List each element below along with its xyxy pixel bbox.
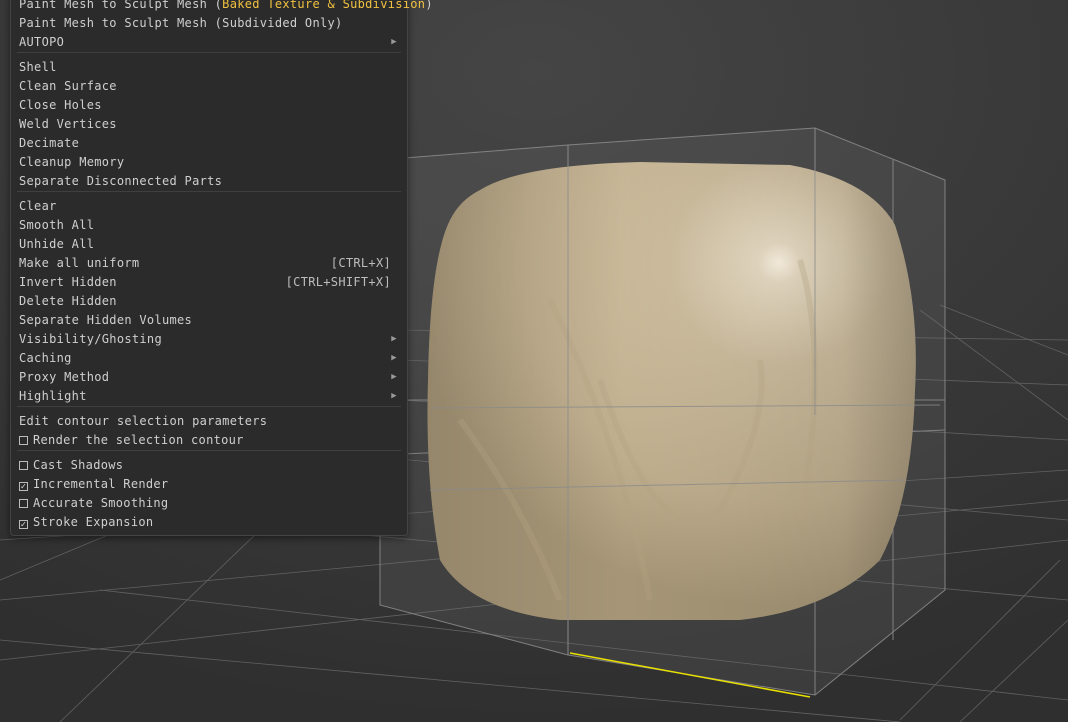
menu-item-label: Proxy Method bbox=[19, 370, 110, 384]
menu-item-invert-hidden[interactable]: Invert Hidden [CTRL+SHIFT+X] bbox=[11, 273, 407, 292]
menu-item-autopo[interactable]: AUTOPO ▶ bbox=[11, 33, 407, 52]
menu-separator bbox=[17, 191, 401, 192]
shortcut-label: [CTRL+SHIFT+X] bbox=[285, 275, 391, 289]
menu-item-label: Invert Hidden bbox=[19, 275, 117, 289]
menu-item-weld-vertices[interactable]: Weld Vertices bbox=[11, 115, 407, 134]
menu-item-label: Cast Shadows bbox=[33, 458, 124, 472]
menu-item-label: AUTOPO bbox=[19, 35, 65, 49]
menu-item-edit-contour-selection-parameters[interactable]: Edit contour selection parameters bbox=[11, 412, 407, 431]
menu-item-label: Stroke Expansion bbox=[33, 515, 154, 529]
menu-separator bbox=[17, 406, 401, 407]
menu-item-suffix: ) bbox=[425, 0, 433, 11]
menu-item-visibility-ghosting[interactable]: Visibility/Ghosting ▶ bbox=[11, 330, 407, 349]
menu-item-smooth-all[interactable]: Smooth All bbox=[11, 216, 407, 235]
menu-item-accurate-smoothing[interactable]: Accurate Smoothing bbox=[11, 494, 407, 513]
menu-item-label: Separate Disconnected Parts bbox=[19, 174, 223, 188]
menu-item-clear[interactable]: Clear bbox=[11, 197, 407, 216]
menu-item-clean-surface[interactable]: Clean Surface bbox=[11, 77, 407, 96]
menu-item-unhide-all[interactable]: Unhide All bbox=[11, 235, 407, 254]
menu-item-stroke-expansion[interactable]: ✓ Stroke Expansion bbox=[11, 513, 407, 532]
chevron-right-icon: ▶ bbox=[391, 334, 397, 344]
menu-item-label: Unhide All bbox=[19, 237, 95, 251]
chevron-right-icon: ▶ bbox=[391, 372, 397, 382]
chevron-right-icon: ▶ bbox=[391, 353, 397, 363]
checkmark-icon: ✓ bbox=[20, 482, 27, 492]
checkbox-checked[interactable]: ✓ bbox=[19, 482, 28, 492]
menu-item-proxy-method[interactable]: Proxy Method ▶ bbox=[11, 368, 407, 387]
menu-item-delete-hidden[interactable]: Delete Hidden bbox=[11, 292, 407, 311]
menu-separator bbox=[17, 450, 401, 451]
menu-item-label: Close Holes bbox=[19, 98, 102, 112]
menu-item-shell[interactable]: Shell bbox=[11, 58, 407, 77]
checkmark-icon: ✓ bbox=[20, 520, 27, 530]
menu-separator bbox=[17, 52, 401, 53]
menu-item-decimate[interactable]: Decimate bbox=[11, 134, 407, 153]
shortcut-label: [CTRL+X] bbox=[330, 256, 391, 270]
checkbox-unchecked[interactable] bbox=[19, 461, 28, 470]
highlighted-text: Baked Texture & Subdivision bbox=[222, 0, 426, 11]
checkbox-unchecked[interactable] bbox=[19, 499, 28, 508]
sculpt-mesh-shading bbox=[427, 162, 916, 620]
menu-item-cleanup-memory[interactable]: Cleanup Memory bbox=[11, 153, 407, 172]
checkbox-checked[interactable]: ✓ bbox=[19, 520, 28, 530]
menu-item-label: Cleanup Memory bbox=[19, 155, 125, 169]
menu-item-label: Render the selection contour bbox=[33, 433, 244, 447]
menu-item-label: Accurate Smoothing bbox=[33, 496, 169, 510]
menu-item-separate-hidden-volumes[interactable]: Separate Hidden Volumes bbox=[11, 311, 407, 330]
menu-item-make-all-uniform[interactable]: Make all uniform [CTRL+X] bbox=[11, 254, 407, 273]
menu-item-incremental-render[interactable]: ✓ Incremental Render bbox=[11, 475, 407, 494]
menu-item-label: Delete Hidden bbox=[19, 294, 117, 308]
menu-item-label: Edit contour selection parameters bbox=[19, 414, 268, 428]
menu-item-label: Highlight bbox=[19, 389, 87, 403]
menu-item-highlight[interactable]: Highlight ▶ bbox=[11, 387, 407, 406]
menu-item-label: Smooth All bbox=[19, 218, 95, 232]
menu-item-label: Shell bbox=[19, 60, 57, 74]
menu-item-label: Make all uniform bbox=[19, 256, 140, 270]
menu-item-label: Clear bbox=[19, 199, 57, 213]
menu-item-paint-mesh-to-sculpt-mesh[interactable]: Paint Mesh to Sculpt Mesh (Baked Texture… bbox=[11, 0, 433, 14]
menu-item-separate-disconnected-parts[interactable]: Separate Disconnected Parts bbox=[11, 172, 407, 191]
menu-item-label: Decimate bbox=[19, 136, 80, 150]
menu-item-label: Separate Hidden Volumes bbox=[19, 313, 193, 327]
context-menu: Paint Mesh to Sculpt Mesh (Baked Texture… bbox=[10, 0, 433, 536]
menu-item-label: Weld Vertices bbox=[19, 117, 117, 131]
checkbox-unchecked[interactable] bbox=[19, 436, 28, 445]
menu-item-cast-shadows[interactable]: Cast Shadows bbox=[11, 456, 407, 475]
menu-item-caching[interactable]: Caching ▶ bbox=[11, 349, 407, 368]
menu-item-close-holes[interactable]: Close Holes bbox=[11, 96, 407, 115]
menu-item-label: Visibility/Ghosting bbox=[19, 332, 162, 346]
chevron-right-icon: ▶ bbox=[391, 37, 397, 47]
menu-item-label: Paint Mesh to Sculpt Mesh (Subdivided On… bbox=[19, 16, 343, 30]
menu-item-label: Caching bbox=[19, 351, 72, 365]
menu-item-label: Incremental Render bbox=[33, 477, 169, 491]
chevron-right-icon: ▶ bbox=[391, 391, 397, 401]
menu-item-label: Paint Mesh to Sculpt Mesh (Baked Texture… bbox=[19, 0, 433, 14]
menu-item-render-the-selection-contour[interactable]: Render the selection contour bbox=[11, 431, 407, 450]
menu-item-paint-mesh-to-sculpt-mesh-subdivided-only[interactable]: Paint Mesh to Sculpt Mesh (Subdivided On… bbox=[11, 14, 407, 33]
menu-item-label: Clean Surface bbox=[19, 79, 117, 93]
